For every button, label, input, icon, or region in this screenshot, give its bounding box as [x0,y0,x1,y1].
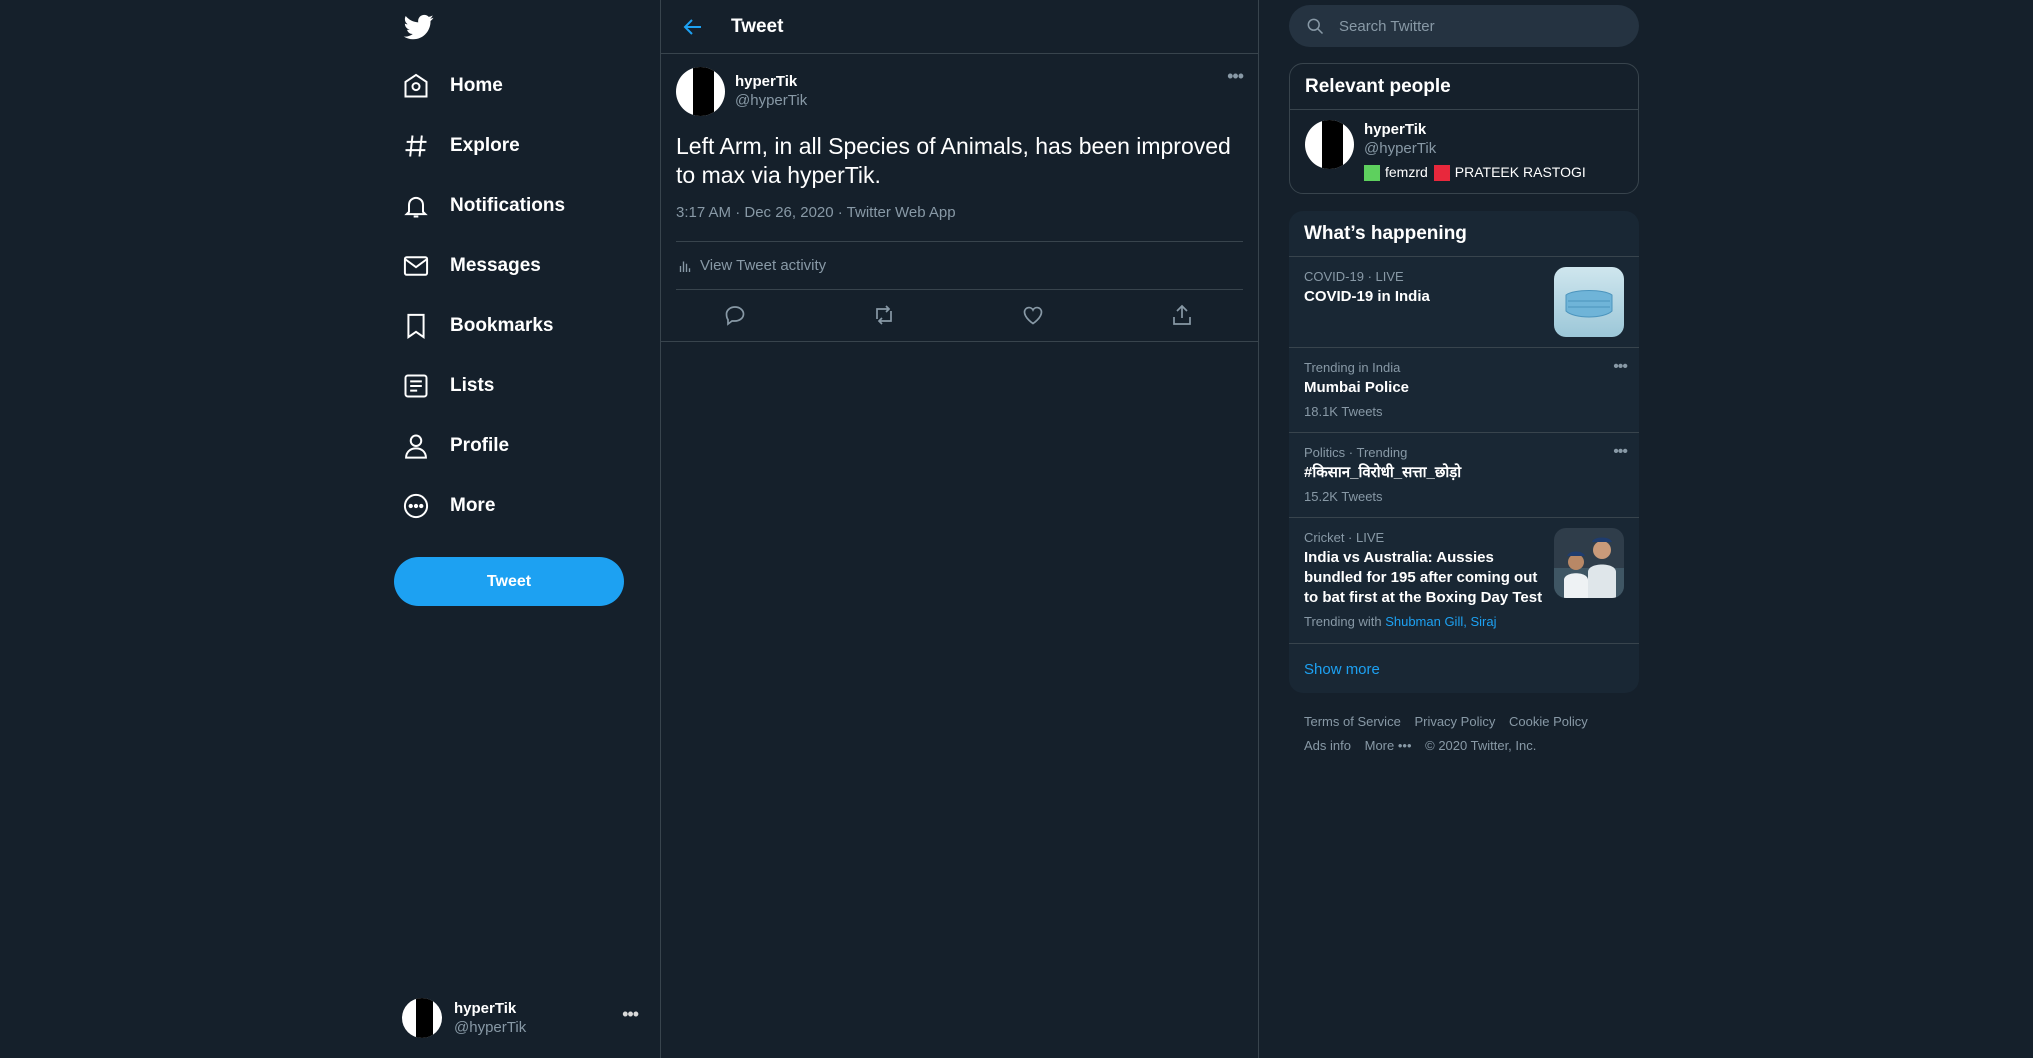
person-handle: @hyperTik [1364,140,1437,157]
cookie-link[interactable]: Cookie Policy [1509,714,1588,729]
trend-item[interactable]: Trending in India Mumbai Police 18.1K Tw… [1289,348,1639,433]
list-icon [404,374,428,398]
trend-with-links[interactable]: Shubman Gill, Siraj [1385,614,1496,629]
red-square-icon [1433,164,1450,181]
reply-button[interactable] [723,303,749,329]
view-tweet-activity-link[interactable]: View Tweet activity [676,242,1243,290]
nav-profile[interactable]: Profile [402,421,509,471]
share-icon [1173,304,1192,325]
nav-more[interactable]: More [402,481,495,531]
bookmark-icon [407,313,425,339]
trend-item[interactable]: Cricket · LIVE India vs Australia: Aussi… [1289,518,1639,644]
avatar[interactable] [676,66,725,116]
tweet-text: Left Arm, in all Species of Animals, has… [676,133,1231,188]
person-icon [405,434,427,459]
more-dots-icon[interactable]: ••• [1613,443,1628,461]
author-name[interactable]: hyperTik [735,72,807,91]
tweet-timestamp: 3:17 AM · Dec 26, 2020 · Twitter Web App [676,204,1243,242]
person-name[interactable]: hyperTik [1364,120,1586,139]
heart-icon [1023,306,1043,325]
bio-text-1: femzrd [1385,164,1428,180]
nav-messages[interactable]: Messages [402,241,541,291]
like-button[interactable] [1021,303,1047,329]
trend-item[interactable]: COVID-19 · LIVE COVID-19 in India [1289,257,1639,348]
hashtag-icon [405,135,427,157]
page-title: Tweet [731,15,784,37]
back-arrow-icon[interactable] [681,15,705,39]
green-square-icon [1364,164,1380,181]
cricket-thumbnail [1554,528,1624,598]
whats-happening-panel: What’s happening COVID-19 · LIVE COVID-1… [1289,211,1639,693]
face-mask-thumbnail [1554,267,1624,337]
nav-label: More [450,495,496,516]
terms-link[interactable]: Terms of Service [1304,714,1401,729]
trend-title: India vs Australia: Aussies bundled for … [1304,549,1543,606]
ads-info-link[interactable]: Ads info [1304,738,1351,753]
person-card[interactable]: hyperTik @hyperTik femzrd PRATEEK RASTOG… [1290,110,1638,192]
trend-count: 15.2K Tweets [1304,489,1383,504]
whats-happening-title: What’s happening [1289,211,1639,257]
trend-item[interactable]: Politics · Trending #किसान_विरोधी_सत्ता_… [1289,433,1639,518]
footer: Terms of Service Privacy Policy Cookie P… [1304,710,1634,758]
nav-label: Notifications [450,195,566,216]
person-bio: femzrd PRATEEK RASTOGI [1364,163,1586,182]
retweet-icon [876,304,892,325]
retweet-button[interactable] [872,303,898,329]
envelope-icon [403,256,429,276]
privacy-link[interactable]: Privacy Policy [1414,714,1495,729]
activity-label: View Tweet activity [700,257,827,274]
search-icon [1307,18,1324,35]
more-dots-icon[interactable]: ••• [1613,358,1628,376]
trend-count: 18.1K Tweets [1304,404,1383,419]
search-bar[interactable] [1289,5,1639,47]
nav-label: Profile [450,435,510,456]
more-circle-icon [403,493,429,519]
main-column: Tweet hyperTik @hyperTik ••• Left Arm, i… [660,0,1259,1058]
trend-meta: Politics · Trending [1304,445,1408,460]
main-header: Tweet [661,0,1258,54]
trend-meta: Trending in India [1304,360,1401,375]
account-handle: @hyperTik [454,1019,527,1036]
search-input[interactable] [1339,17,1619,35]
nav-label: Home [450,75,503,96]
share-button[interactable] [1170,303,1196,329]
nav-home[interactable]: Home [402,61,503,111]
relevant-people-panel: Relevant people hyperTik @hyperTik femzr… [1289,63,1639,194]
avatar[interactable] [1305,120,1354,169]
show-more-link[interactable]: Show more [1289,644,1639,693]
footer-more-link[interactable]: More ••• [1365,738,1412,753]
trend-title: Mumbai Police [1304,379,1410,396]
bar-chart-icon [679,261,691,272]
home-icon [404,73,428,98]
avatar [402,998,442,1038]
nav-label: Explore [450,135,520,156]
account-switcher[interactable]: hyperTik @hyperTik ••• [402,996,639,1040]
tweet-button[interactable]: Tweet [394,557,624,606]
relevant-people-title: Relevant people [1290,64,1638,110]
more-dots-icon[interactable]: ••• [622,1004,639,1025]
tweet-actions [661,290,1258,342]
trend-with-label: Trending with [1304,614,1382,629]
trend-with: Trending with Shubman Gill, Siraj [1304,614,1624,629]
nav-label: Lists [450,375,495,396]
nav-label: Bookmarks [450,315,554,336]
right-sidebar: Relevant people hyperTik @hyperTik femzr… [1289,0,1639,1058]
trend-title: #किसान_विरोधी_सत्ता_छोड़ो [1304,464,1462,481]
nav-lists[interactable]: Lists [402,361,494,411]
reply-icon [725,305,744,326]
nav-notifications[interactable]: Notifications [402,181,565,231]
account-name: hyperTik [454,1000,517,1017]
sidebar-nav: Home Explore Notifications Messages Book… [380,0,660,1058]
bio-text-2: PRATEEK RASTOGI [1454,164,1586,180]
tweet-author[interactable]: hyperTik @hyperTik [676,54,1243,118]
more-dots-icon[interactable]: ••• [1227,66,1244,87]
copyright: © 2020 Twitter, Inc. [1425,738,1537,753]
tweet-detail: hyperTik @hyperTik ••• Left Arm, in all … [661,54,1258,342]
author-handle: @hyperTik [735,92,808,109]
bell-icon [404,196,428,218]
nav-explore[interactable]: Explore [402,121,520,171]
nav-bookmarks[interactable]: Bookmarks [402,301,554,351]
twitter-logo-icon[interactable] [402,12,436,42]
nav-label: Messages [450,255,541,276]
